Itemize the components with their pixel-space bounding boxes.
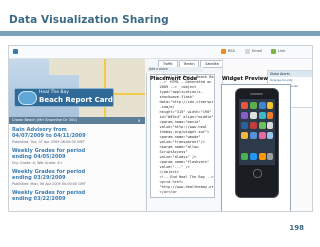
- banner-big-text: Beach Report Card: [39, 96, 113, 104]
- weekly-grades-title-line2[interactable]: ending 03/29/2009: [12, 175, 66, 181]
- weekly-grades-title-line2[interactable]: ending 03/22/2009: [12, 196, 66, 202]
- phone-widget-preview[interactable]: [235, 88, 279, 198]
- app-icon: [250, 112, 257, 119]
- slide-number: 198: [289, 224, 304, 232]
- weekly-grades-subtitle: Published: Mon, 06 Apr 2009 00:00:00 GMT: [12, 182, 86, 186]
- app-icon: [259, 153, 266, 160]
- map-type-satellite[interactable]: Satellite: [200, 60, 224, 68]
- map-type-toolbar: Traffic Terrain Satellite: [146, 59, 224, 68]
- app-icon: [267, 153, 273, 160]
- advisory-subtitle: Published: Tue, 07 Apr 2009 06:00:00 GMT: [12, 140, 85, 144]
- app-icon: [241, 132, 248, 139]
- advisory-title-line2[interactable]: 04/07/2009 to 04/11/2009: [12, 133, 86, 139]
- app-icon: [259, 122, 266, 129]
- link-icon[interactable]: [271, 49, 276, 54]
- app-icon: [259, 132, 266, 139]
- heal-the-bay-logo: [13, 49, 18, 54]
- app-icon: [267, 102, 273, 109]
- app-icon: [267, 132, 273, 139]
- phone-home-button[interactable]: [253, 169, 262, 178]
- weekly-grades-title-line2[interactable]: ending 04/05/2009: [12, 154, 66, 160]
- phone-speaker: [250, 93, 263, 95]
- title-underline: [0, 31, 320, 36]
- app-icon: [250, 153, 257, 160]
- app-icon: [250, 132, 257, 139]
- email-icon[interactable]: [245, 49, 250, 54]
- app-icon: [241, 112, 248, 119]
- map-view[interactable]: Heal The Bay Beach Report Card: [9, 59, 145, 117]
- app-icon: [250, 102, 257, 109]
- app-icon: [259, 102, 266, 109]
- heal-the-bay-logo-icon: [18, 91, 37, 105]
- slide-title: Data Visualization Sharing: [9, 14, 169, 26]
- phone-screen: [239, 99, 275, 165]
- placement-code-textarea[interactable]: <!-- Heal The Bay - Beach Report Card --…: [150, 74, 215, 198]
- map-land: [49, 59, 99, 75]
- rss-icon[interactable]: [221, 49, 226, 54]
- app-icon: [241, 102, 248, 109]
- website-screenshot: RSS Email Link Heal The Bay Beach Report…: [8, 45, 313, 212]
- link-link[interactable]: Link: [278, 49, 285, 55]
- code-line: </a></p>: [153, 190, 177, 194]
- top-strip: RSS Email Link: [9, 46, 312, 59]
- placement-code-panel: <!-- Heal The Bay - Beach Report Card --…: [146, 73, 219, 211]
- beach-info-panel: Crown Beach (Mrt Shoreline Dr 300) x Rai…: [9, 117, 145, 211]
- email-link[interactable]: Email: [252, 49, 262, 55]
- app-icon: [267, 122, 273, 129]
- placement-code-title: Placement Code: [150, 76, 198, 82]
- app-icon: [267, 112, 273, 119]
- add-place-tab[interactable]: Add a place: [147, 67, 203, 72]
- app-icon: [241, 153, 248, 160]
- beach-info-header: Crown Beach (Mrt Shoreline Dr 300): [9, 117, 145, 124]
- rss-link[interactable]: RSS: [228, 49, 235, 55]
- app-icon: [250, 122, 257, 129]
- widget-preview-title: Widget Preview: [222, 76, 269, 82]
- banner-top-text: Heal The Bay: [39, 90, 69, 95]
- app-icon: [259, 112, 266, 119]
- beach-report-card-banner[interactable]: Heal The Bay Beach Report Card: [14, 88, 114, 107]
- app-icon: [241, 122, 248, 129]
- close-icon[interactable]: x: [138, 117, 143, 124]
- weekly-grades-subtitle: Dry: Grade: A; Wet Grade: A+: [12, 161, 63, 165]
